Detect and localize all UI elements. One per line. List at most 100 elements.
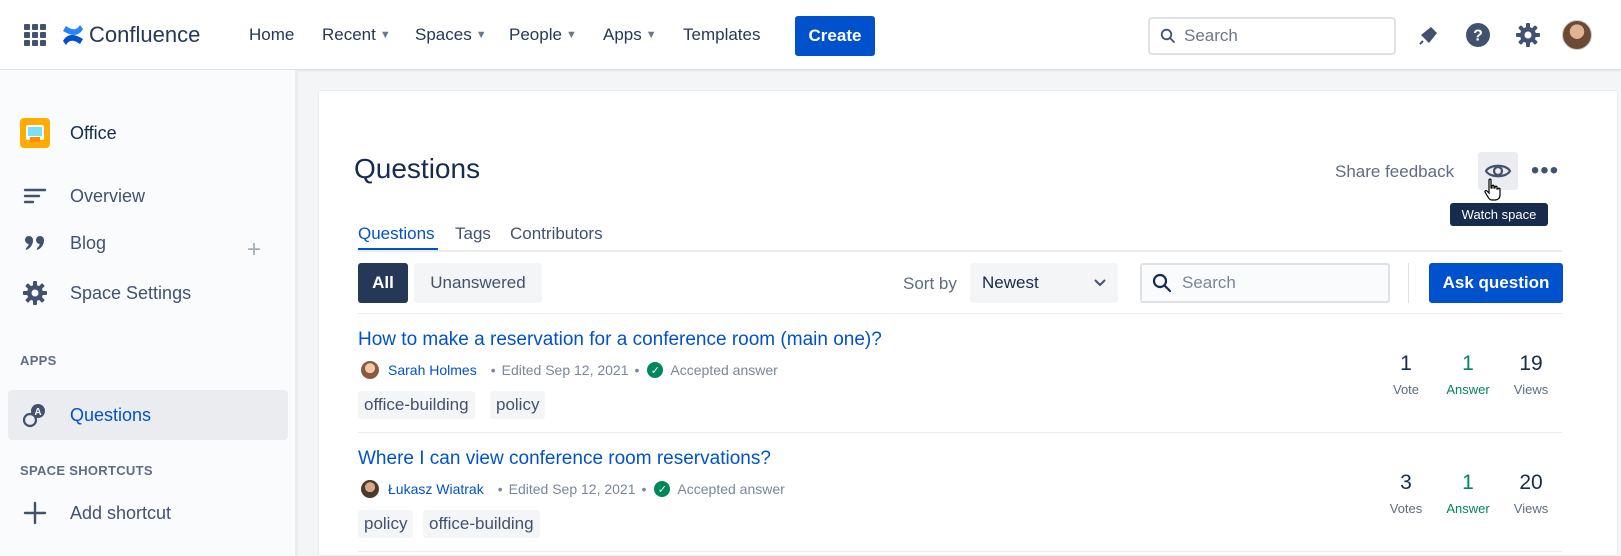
accepted-answer-status: Accepted answer [670, 362, 778, 378]
question-meta: Łukasz Wiatrak • Edited Sep 12, 2021 • ✓… [361, 480, 785, 498]
sort-value: Newest [982, 273, 1039, 292]
views-label: Views [1513, 501, 1549, 516]
nav-apps[interactable]: Apps ▼ [603, 25, 657, 45]
tag-chip[interactable]: policy [490, 391, 546, 419]
confluence-logo[interactable]: Confluence [61, 22, 200, 48]
search-placeholder: Search [1182, 273, 1236, 292]
more-actions-icon[interactable]: ••• [1530, 154, 1560, 188]
shortcuts-heading: SPACE SHORTCUTS [20, 463, 153, 478]
nav-home[interactable]: Home [249, 25, 294, 45]
sidebar: Office Overview Blog + Space Settings AP… [0, 70, 298, 556]
sort-label: Sort by [903, 274, 957, 293]
accepted-answer-status: Accepted answer [677, 481, 785, 497]
chevron-down-icon: ▼ [475, 29, 487, 41]
space-logo-icon [20, 118, 50, 148]
sidebar-item-space-settings[interactable]: Space Settings [20, 280, 191, 306]
views-count: 20 [1519, 471, 1543, 494]
help-icon[interactable]: ? [1465, 22, 1491, 48]
tag-chip[interactable]: office-building [358, 391, 475, 419]
tab-questions[interactable]: Questions [358, 224, 435, 244]
overview-icon [20, 183, 50, 209]
votes-count: 3 [1400, 471, 1412, 494]
active-tab-indicator [358, 248, 438, 250]
gear-icon [20, 280, 50, 306]
sidebar-item-questions[interactable]: A Questions [20, 402, 151, 428]
sidebar-item-label: Questions [70, 404, 152, 425]
ask-question-button[interactable]: Ask question [1429, 263, 1563, 303]
nav-templates[interactable]: Templates [683, 25, 760, 45]
top-search-input[interactable]: Search [1148, 17, 1396, 55]
author-link[interactable]: Sarah Holmes [388, 362, 477, 378]
views-stat: 19 Views [1501, 352, 1561, 397]
page-title: Questions [354, 153, 481, 184]
chevron-down-icon: ▼ [379, 29, 391, 41]
add-shortcut-button[interactable]: Add shortcut [20, 500, 171, 526]
votes-count: 1 [1400, 352, 1412, 375]
answers-count: 1 [1462, 352, 1474, 375]
share-feedback-link[interactable]: Share feedback [1335, 162, 1454, 182]
nav-people[interactable]: People ▼ [509, 25, 577, 45]
tag-chip[interactable]: policy [358, 510, 414, 538]
answers-stat: 1 Answer [1438, 471, 1498, 516]
plus-icon [20, 500, 50, 526]
settings-icon[interactable] [1515, 22, 1541, 48]
sort-select[interactable]: Newest [970, 263, 1118, 303]
question-title-link[interactable]: Where I can view conference room reserva… [358, 448, 771, 470]
app-name: Confluence [89, 22, 201, 47]
sidebar-item-label: Overview [70, 185, 146, 206]
separator-dot: • [634, 362, 640, 378]
edited-date: Edited Sep 12, 2021 [508, 481, 636, 497]
nav-people-label: People [509, 25, 562, 44]
avatar[interactable] [361, 361, 379, 379]
nav-recent[interactable]: Recent ▼ [322, 25, 391, 45]
apps-heading: APPS [20, 353, 57, 368]
row-divider [358, 313, 1562, 314]
row-divider [358, 551, 1562, 552]
notifications-icon[interactable] [1416, 22, 1442, 48]
nav-spaces[interactable]: Spaces ▼ [415, 25, 487, 45]
separator-dot: • [497, 481, 503, 497]
nav-apps-label: Apps [603, 25, 642, 44]
quote-icon [20, 230, 50, 256]
separator-dot: • [490, 362, 496, 378]
tab-contributors[interactable]: Contributors [510, 224, 603, 244]
nav-recent-label: Recent [322, 25, 376, 44]
user-avatar[interactable] [1562, 20, 1592, 50]
sidebar-item-overview[interactable]: Overview [20, 183, 145, 209]
votes-label: Vote [1392, 382, 1420, 397]
answers-label: Answer [1446, 501, 1490, 516]
search-icon [1152, 273, 1172, 293]
add-blog-icon[interactable]: + [247, 236, 261, 264]
space-header[interactable]: Office [20, 118, 117, 148]
filter-all-button[interactable]: All [358, 263, 408, 303]
question-tabs: Questions Tags Contributors [358, 220, 1562, 252]
confluence-logo-icon [63, 25, 83, 45]
sidebar-item-blog[interactable]: Blog [20, 230, 106, 256]
svg-text:?: ? [1473, 28, 1483, 45]
answers-stat: 1 Answer [1438, 352, 1498, 397]
sidebar-item-label: Space Settings [70, 282, 192, 303]
apps-grid-icon[interactable] [24, 24, 46, 46]
create-button[interactable]: Create [795, 16, 875, 56]
sidebar-item-label: Blog [70, 232, 107, 253]
questions-icon: A [20, 402, 50, 428]
tag-chip[interactable]: office-building [423, 510, 540, 538]
votes-stat: 3 Votes [1376, 471, 1436, 516]
top-navigation: Confluence Home Recent ▼ Spaces ▼ People ▼ … [0, 0, 1621, 70]
views-stat: 20 Views [1501, 471, 1561, 516]
author-link[interactable]: Łukasz Wiatrak [388, 481, 484, 497]
filter-unanswered-button[interactable]: Unanswered [414, 263, 542, 303]
edited-date: Edited Sep 12, 2021 [501, 362, 629, 378]
search-icon [1160, 28, 1175, 43]
question-title-link[interactable]: How to make a reservation for a conferen… [358, 329, 882, 351]
add-shortcut-label: Add shortcut [70, 502, 172, 523]
separator-dot: • [641, 481, 647, 497]
question-search-input[interactable]: Search [1140, 263, 1390, 303]
avatar[interactable] [361, 480, 379, 498]
search-placeholder: Search [1184, 26, 1238, 45]
views-label: Views [1513, 382, 1549, 397]
chevron-down-icon [1094, 279, 1106, 287]
tab-tags[interactable]: Tags [455, 224, 491, 244]
row-divider [358, 432, 1562, 433]
votes-label: Votes [1389, 501, 1423, 516]
